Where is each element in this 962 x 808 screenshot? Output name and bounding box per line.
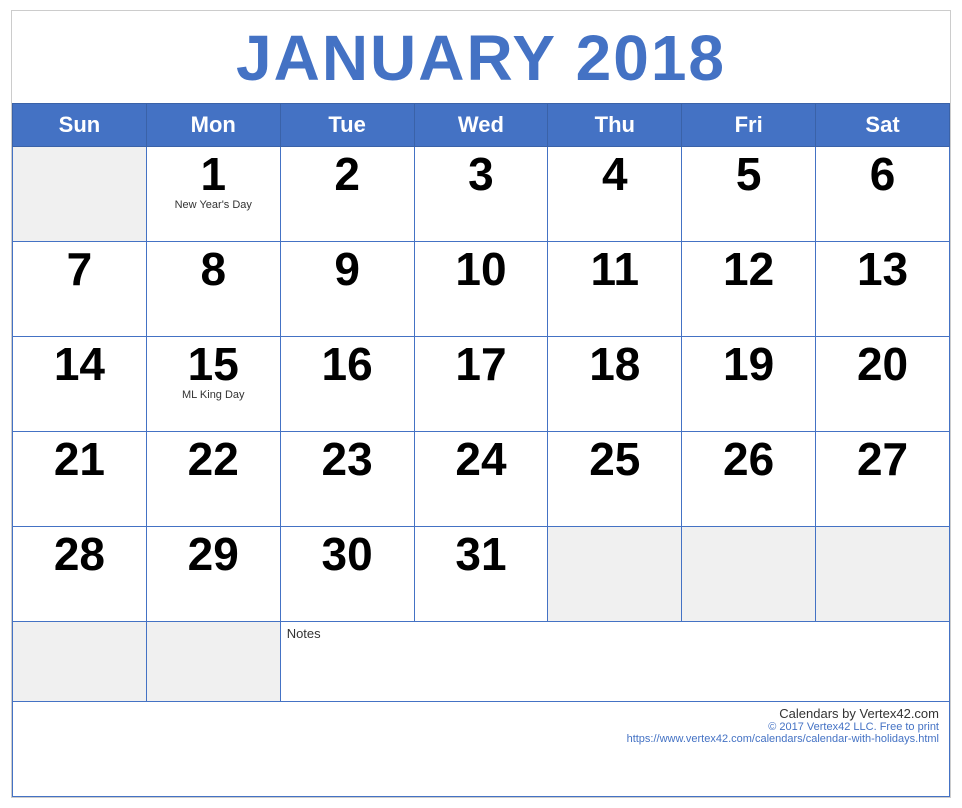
day-cell: 30 — [280, 527, 414, 622]
holiday-label: New Year's Day — [175, 199, 252, 211]
day-number: 15 — [188, 341, 239, 387]
week-row-3: 14 15 ML King Day 16 17 18 19 20 — [13, 337, 950, 432]
header-day-mon: Mon — [146, 104, 280, 147]
day-cell: 5 — [682, 147, 816, 242]
holiday-label: ML King Day — [182, 389, 245, 401]
header-day-tue: Tue — [280, 104, 414, 147]
notes-empty-cell — [146, 622, 280, 702]
day-number: 11 — [590, 246, 639, 292]
week-row-5: 28 29 30 31 — [13, 527, 950, 622]
day-number: 16 — [322, 341, 373, 387]
day-number: 14 — [54, 341, 105, 387]
day-cell: 27 — [816, 432, 950, 527]
day-cell: 29 — [146, 527, 280, 622]
footer-credit: Calendars by Vertex42.com — [23, 706, 939, 721]
day-cell: 11 — [548, 242, 682, 337]
day-cell: 13 — [816, 242, 950, 337]
day-cell: 23 — [280, 432, 414, 527]
footer-cell: Calendars by Vertex42.com© 2017 Vertex42… — [13, 702, 950, 797]
day-number: 20 — [857, 341, 908, 387]
footer-url: https://www.vertex42.com/calendars/calen… — [23, 733, 939, 745]
day-cell: 18 — [548, 337, 682, 432]
header-day-wed: Wed — [414, 104, 548, 147]
day-number: 6 — [870, 151, 896, 197]
day-number: 7 — [67, 246, 93, 292]
day-cell: 3 — [414, 147, 548, 242]
calendar-container: JANUARY 2018 SunMonTueWedThuFriSat 1 New … — [11, 10, 951, 798]
day-number: 29 — [188, 531, 239, 577]
day-cell: 19 — [682, 337, 816, 432]
day-number: 9 — [334, 246, 360, 292]
footer-copyright: © 2017 Vertex42 LLC. Free to print — [23, 721, 939, 733]
day-cell: 2 — [280, 147, 414, 242]
day-number: 1 — [200, 151, 226, 197]
day-cell: 14 — [13, 337, 147, 432]
header-day-sun: Sun — [13, 104, 147, 147]
day-cell — [548, 527, 682, 622]
day-number: 19 — [723, 341, 774, 387]
day-number: 8 — [200, 246, 226, 292]
notes-area: Notes — [280, 622, 949, 702]
week-row-1: 1 New Year's Day 2 3 4 5 6 — [13, 147, 950, 242]
header-day-sat: Sat — [816, 104, 950, 147]
day-cell: 9 — [280, 242, 414, 337]
calendar-grid: SunMonTueWedThuFriSat 1New Year's Day234… — [12, 103, 950, 797]
day-number: 25 — [589, 436, 640, 482]
notes-empty-cell — [13, 622, 147, 702]
day-cell: 24 — [414, 432, 548, 527]
day-number: 28 — [54, 531, 105, 577]
day-cell: 26 — [682, 432, 816, 527]
day-number: 3 — [468, 151, 494, 197]
footer-row: Calendars by Vertex42.com© 2017 Vertex42… — [13, 702, 950, 797]
day-cell: 15 ML King Day — [146, 337, 280, 432]
header-day-thu: Thu — [548, 104, 682, 147]
header-row: SunMonTueWedThuFriSat — [13, 104, 950, 147]
day-cell: 25 — [548, 432, 682, 527]
day-number: 31 — [455, 531, 506, 577]
day-cell: 12 — [682, 242, 816, 337]
day-number: 27 — [857, 436, 908, 482]
day-cell: 16 — [280, 337, 414, 432]
day-cell — [816, 527, 950, 622]
day-cell: 10 — [414, 242, 548, 337]
day-cell: 28 — [13, 527, 147, 622]
day-cell — [13, 147, 147, 242]
day-number: 13 — [857, 246, 908, 292]
day-cell: 20 — [816, 337, 950, 432]
day-number: 18 — [589, 341, 640, 387]
day-cell: 31 — [414, 527, 548, 622]
day-cell: 21 — [13, 432, 147, 527]
day-cell: 17 — [414, 337, 548, 432]
week-row-2: 7 8 9 10 11 12 13 — [13, 242, 950, 337]
header-day-fri: Fri — [682, 104, 816, 147]
day-number: 23 — [322, 436, 373, 482]
day-number: 21 — [54, 436, 105, 482]
day-cell: 4 — [548, 147, 682, 242]
day-number: 4 — [602, 151, 628, 197]
day-cell: 7 — [13, 242, 147, 337]
day-cell: 22 — [146, 432, 280, 527]
week-row-4: 21 22 23 24 25 26 27 — [13, 432, 950, 527]
day-number: 26 — [723, 436, 774, 482]
day-cell: 6 — [816, 147, 950, 242]
day-cell: 8 — [146, 242, 280, 337]
day-number: 17 — [455, 341, 506, 387]
day-number: 12 — [723, 246, 774, 292]
day-number: 24 — [455, 436, 506, 482]
day-number: 10 — [455, 246, 506, 292]
day-number: 2 — [334, 151, 360, 197]
notes-row: Notes — [13, 622, 950, 702]
day-cell: 1 New Year's Day — [146, 147, 280, 242]
calendar-title: JANUARY 2018 — [12, 11, 950, 103]
day-cell — [682, 527, 816, 622]
day-number: 22 — [188, 436, 239, 482]
day-number: 5 — [736, 151, 762, 197]
day-number: 30 — [322, 531, 373, 577]
